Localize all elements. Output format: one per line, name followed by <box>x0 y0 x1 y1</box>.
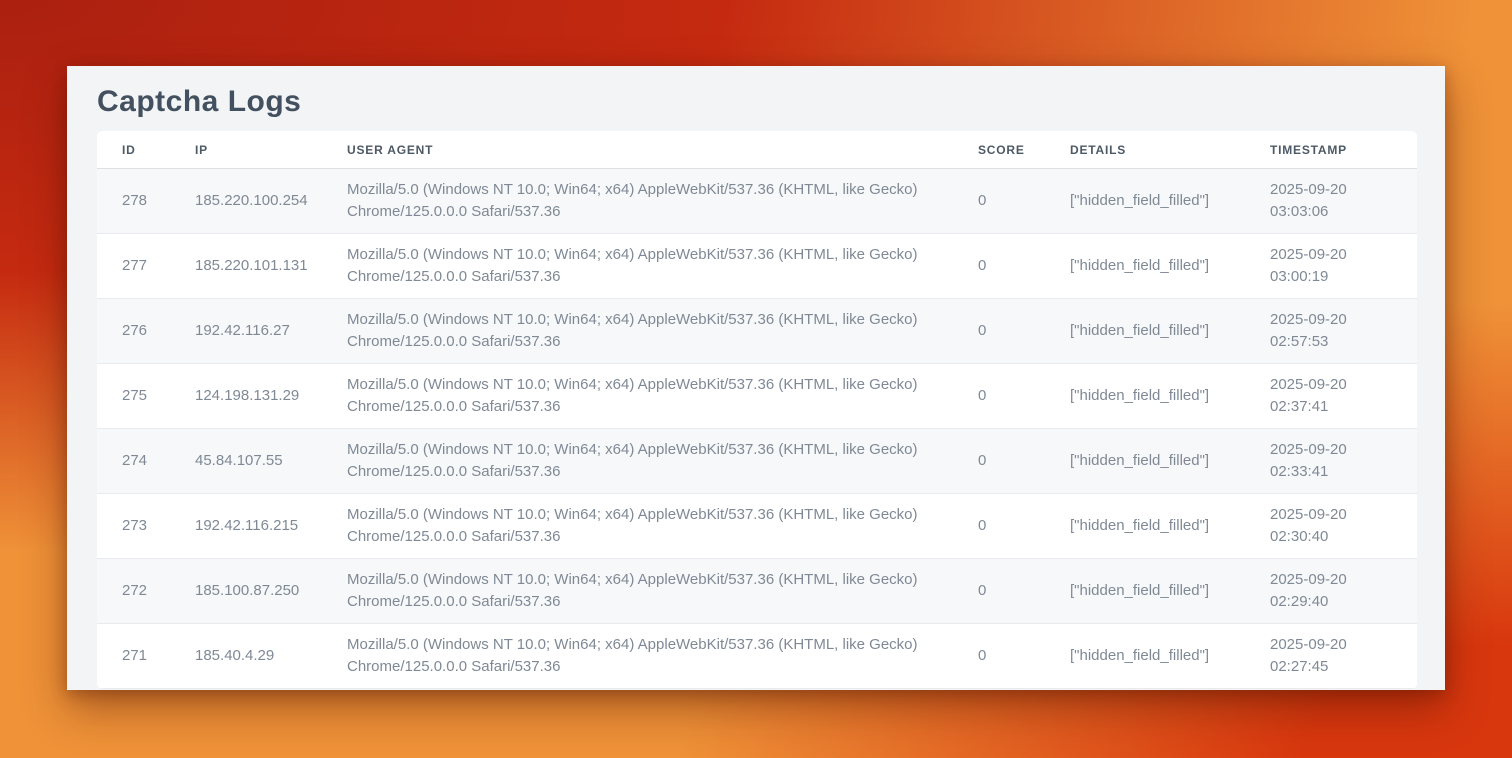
cell-ip: 45.84.107.55 <box>170 429 322 494</box>
cell-score: 0 <box>953 299 1045 364</box>
cell-score: 0 <box>953 494 1045 559</box>
cell-ip: 185.40.4.29 <box>170 624 322 689</box>
cell-details: ["hidden_field_filled"] <box>1045 559 1245 624</box>
cell-score: 0 <box>953 559 1045 624</box>
cell-ip: 185.100.87.250 <box>170 559 322 624</box>
cell-ip: 185.220.100.254 <box>170 169 322 234</box>
cell-details: ["hidden_field_filled"] <box>1045 624 1245 689</box>
cell-id: 271 <box>97 624 170 689</box>
cell-ip: 192.42.116.215 <box>170 494 322 559</box>
captcha-logs-card: Captcha Logs IDIPUSER AGENTSCOREDETAILST… <box>67 66 1445 690</box>
cell-user_agent: Mozilla/5.0 (Windows NT 10.0; Win64; x64… <box>322 624 953 689</box>
cell-id: 272 <box>97 559 170 624</box>
cell-score: 0 <box>953 364 1045 429</box>
table-row: 277185.220.101.131Mozilla/5.0 (Windows N… <box>97 234 1417 299</box>
cell-ip: 124.198.131.29 <box>170 364 322 429</box>
cell-user_agent: Mozilla/5.0 (Windows NT 10.0; Win64; x64… <box>322 364 953 429</box>
cell-score: 0 <box>953 429 1045 494</box>
cell-details: ["hidden_field_filled"] <box>1045 234 1245 299</box>
cell-details: ["hidden_field_filled"] <box>1045 429 1245 494</box>
table-row: 273192.42.116.215Mozilla/5.0 (Windows NT… <box>97 494 1417 559</box>
cell-id: 275 <box>97 364 170 429</box>
table-header-row: IDIPUSER AGENTSCOREDETAILSTIMESTAMP <box>97 131 1417 169</box>
cell-id: 273 <box>97 494 170 559</box>
table-row: 278185.220.100.254Mozilla/5.0 (Windows N… <box>97 169 1417 234</box>
cell-details: ["hidden_field_filled"] <box>1045 299 1245 364</box>
cell-score: 0 <box>953 169 1045 234</box>
cell-user_agent: Mozilla/5.0 (Windows NT 10.0; Win64; x64… <box>322 559 953 624</box>
table-row: 275124.198.131.29Mozilla/5.0 (Windows NT… <box>97 364 1417 429</box>
cell-user_agent: Mozilla/5.0 (Windows NT 10.0; Win64; x64… <box>322 494 953 559</box>
column-header-user_agent: USER AGENT <box>322 131 953 169</box>
cell-timestamp: 2025-09-20 02:37:41 <box>1245 364 1417 429</box>
cell-id: 277 <box>97 234 170 299</box>
cell-user_agent: Mozilla/5.0 (Windows NT 10.0; Win64; x64… <box>322 299 953 364</box>
cell-timestamp: 2025-09-20 02:57:53 <box>1245 299 1417 364</box>
cell-user_agent: Mozilla/5.0 (Windows NT 10.0; Win64; x64… <box>322 169 953 234</box>
logs-table: IDIPUSER AGENTSCOREDETAILSTIMESTAMP 2781… <box>97 131 1417 689</box>
cell-timestamp: 2025-09-20 03:00:19 <box>1245 234 1417 299</box>
cell-score: 0 <box>953 234 1045 299</box>
table-row: 271185.40.4.29Mozilla/5.0 (Windows NT 10… <box>97 624 1417 689</box>
page-background: Captcha Logs IDIPUSER AGENTSCOREDETAILST… <box>0 0 1512 758</box>
cell-timestamp: 2025-09-20 02:29:40 <box>1245 559 1417 624</box>
cell-timestamp: 2025-09-20 02:30:40 <box>1245 494 1417 559</box>
cell-id: 274 <box>97 429 170 494</box>
cell-timestamp: 2025-09-20 02:33:41 <box>1245 429 1417 494</box>
table-row: 272185.100.87.250Mozilla/5.0 (Windows NT… <box>97 559 1417 624</box>
cell-score: 0 <box>953 624 1045 689</box>
cell-id: 276 <box>97 299 170 364</box>
logs-table-container: IDIPUSER AGENTSCOREDETAILSTIMESTAMP 2781… <box>97 131 1417 689</box>
cell-ip: 185.220.101.131 <box>170 234 322 299</box>
table-row: 276192.42.116.27Mozilla/5.0 (Windows NT … <box>97 299 1417 364</box>
cell-details: ["hidden_field_filled"] <box>1045 169 1245 234</box>
page-title: Captcha Logs <box>97 84 1417 120</box>
column-header-ip: IP <box>170 131 322 169</box>
table-body: 278185.220.100.254Mozilla/5.0 (Windows N… <box>97 169 1417 689</box>
cell-id: 278 <box>97 169 170 234</box>
cell-user_agent: Mozilla/5.0 (Windows NT 10.0; Win64; x64… <box>322 429 953 494</box>
cell-user_agent: Mozilla/5.0 (Windows NT 10.0; Win64; x64… <box>322 234 953 299</box>
cell-details: ["hidden_field_filled"] <box>1045 364 1245 429</box>
column-header-score: SCORE <box>953 131 1045 169</box>
column-header-timestamp: TIMESTAMP <box>1245 131 1417 169</box>
cell-timestamp: 2025-09-20 03:03:06 <box>1245 169 1417 234</box>
column-header-id: ID <box>97 131 170 169</box>
cell-ip: 192.42.116.27 <box>170 299 322 364</box>
cell-details: ["hidden_field_filled"] <box>1045 494 1245 559</box>
column-header-details: DETAILS <box>1045 131 1245 169</box>
cell-timestamp: 2025-09-20 02:27:45 <box>1245 624 1417 689</box>
table-row: 27445.84.107.55Mozilla/5.0 (Windows NT 1… <box>97 429 1417 494</box>
